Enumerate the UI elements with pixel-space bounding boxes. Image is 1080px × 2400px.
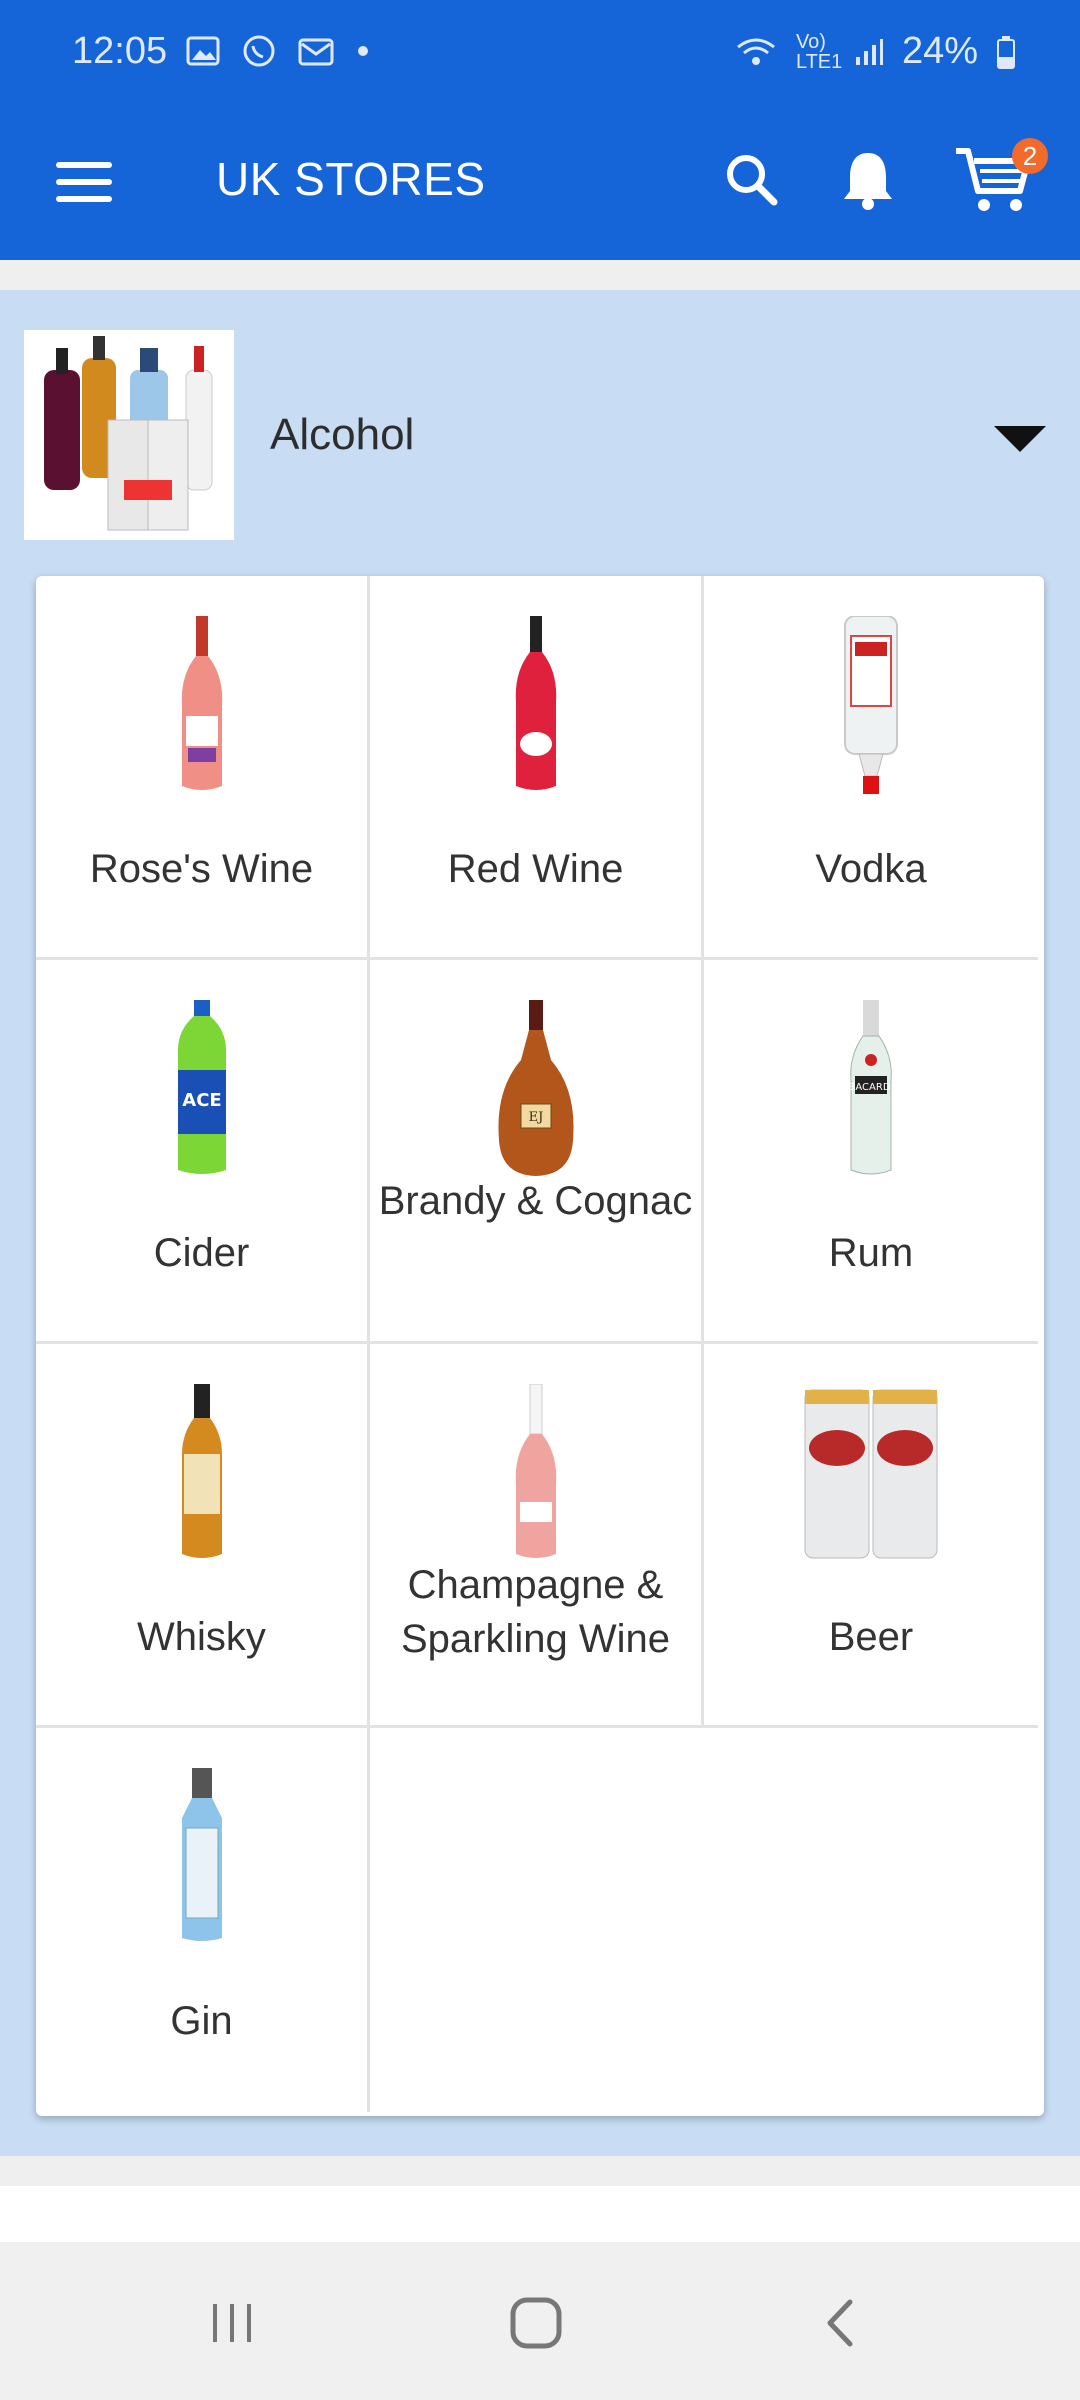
- section-divider: [0, 2156, 1080, 2186]
- subcategory-label: Vodka: [815, 847, 927, 891]
- subcategory-whisky[interactable]: Whisky: [36, 1344, 370, 1728]
- cart-button[interactable]: 2: [944, 138, 1048, 220]
- menu-button[interactable]: [52, 150, 116, 214]
- subcategory-label: Brandy & Cognac: [378, 1179, 693, 1223]
- notifications-button[interactable]: [828, 140, 908, 220]
- battery-percent: 24%: [901, 30, 978, 72]
- beer-image: [796, 1384, 946, 1564]
- gin-image: [142, 1768, 262, 1948]
- subcategory-label: Gin: [170, 1999, 233, 2043]
- category-dropdown-toggle[interactable]: [990, 420, 1050, 460]
- status-time: 12:05: [72, 30, 168, 72]
- subcategory-roses-wine[interactable]: Rose's Wine: [36, 576, 370, 960]
- network-label: Vo) LTE1: [795, 30, 843, 73]
- category-title: Alcohol: [270, 410, 415, 459]
- subcategory-label: Rum: [828, 1231, 914, 1275]
- subcategory-cider[interactable]: ACE Cider: [36, 960, 370, 1344]
- svg-text:BACARDI: BACARDI: [849, 1082, 894, 1093]
- subcategory-label: Rose's Wine: [89, 847, 314, 891]
- wifi-icon: [737, 38, 775, 65]
- subcategory-gin[interactable]: Gin: [36, 1728, 370, 2112]
- whatsapp-icon: [243, 35, 275, 67]
- whisky-image: [142, 1384, 262, 1564]
- category-thumbnail[interactable]: [24, 330, 234, 540]
- subcategory-label: Whisky: [137, 1615, 266, 1659]
- red-wine-image: [476, 616, 596, 796]
- dot-icon: [358, 46, 368, 56]
- back-button[interactable]: [800, 2288, 880, 2358]
- top-bar: 12:05 Vo) LTE1 24% UK STORES 2: [0, 0, 1080, 260]
- back-icon: [827, 2299, 853, 2347]
- subcategory-label: Red Wine: [447, 847, 624, 891]
- subcategory-champagne-sparkling-wine[interactable]: Champagne & Sparkling Wine: [370, 1344, 704, 1728]
- home-icon: [510, 2297, 562, 2349]
- bell-icon: [844, 153, 892, 210]
- subcategory-beer[interactable]: Beer: [704, 1344, 1038, 1728]
- subcategory-red-wine[interactable]: Red Wine: [370, 576, 704, 960]
- search-button[interactable]: [712, 140, 792, 220]
- subcategory-label: Cider: [153, 1231, 250, 1275]
- champagne-image: [476, 1384, 596, 1564]
- app-bar: UK STORES 2: [0, 110, 1080, 260]
- signal-icon: [855, 38, 883, 65]
- subcategory-grid: Rose's Wine Red Wine Vodka ACE Cider EJ: [36, 576, 1044, 2116]
- home-button[interactable]: [496, 2288, 576, 2358]
- mail-icon: [298, 38, 334, 66]
- cart-badge: 2: [1012, 138, 1048, 174]
- vodka-image: [811, 616, 931, 796]
- subcategory-label: Champagne & Sparkling Wine: [400, 1563, 670, 1661]
- subcategory-brandy-cognac[interactable]: EJ Brandy & Cognac: [370, 960, 704, 1344]
- alcohol-bottles-image: [44, 336, 213, 531]
- app-title: UK STORES: [216, 153, 486, 205]
- rum-image: BACARDI: [811, 1000, 931, 1180]
- cider-image: ACE: [142, 1000, 262, 1180]
- gallery-icon: [186, 36, 220, 66]
- notification-icons: [186, 34, 370, 68]
- search-icon: [727, 155, 778, 206]
- battery-icon: [997, 35, 1015, 69]
- separator: [0, 260, 1080, 290]
- caret-down-icon: [994, 426, 1046, 452]
- recent-apps-icon: [213, 2304, 251, 2342]
- next-section: [0, 2186, 1080, 2242]
- svg-text:EJ: EJ: [528, 1110, 543, 1125]
- subcategory-rum[interactable]: BACARDI Rum: [704, 960, 1038, 1344]
- roses-wine-image: [142, 616, 262, 796]
- brandy-image: EJ: [476, 1000, 596, 1180]
- system-nav-bar: [0, 2242, 1080, 2400]
- status-bar: 12:05 Vo) LTE1 24%: [0, 0, 1080, 110]
- subcategory-label: Beer: [828, 1615, 914, 1659]
- svg-text:ACE: ACE: [182, 1090, 221, 1111]
- subcategory-vodka[interactable]: Vodka: [704, 576, 1038, 960]
- recent-apps-button[interactable]: [192, 2288, 272, 2358]
- category-panel: Alcohol Rose's Wine Red Wine Vodka ACE C…: [0, 290, 1080, 2156]
